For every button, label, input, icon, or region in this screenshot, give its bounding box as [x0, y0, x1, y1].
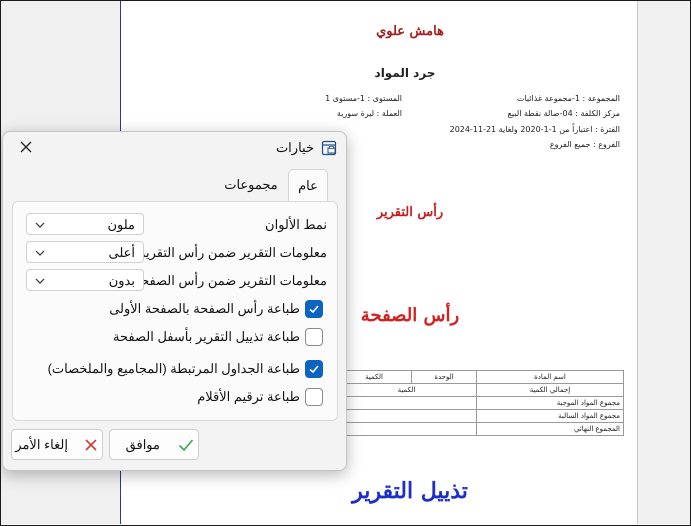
meta-branches: الفروع : جميع الفروع: [520, 140, 620, 149]
print-item-numbering-label: طباعة ترقيم الأقلام: [197, 389, 300, 404]
close-red-icon: [85, 439, 97, 451]
general-tab-panel: نمط الألوان ملون معلومات التقرير ضمن رأس…: [12, 201, 338, 421]
print-page-header-first-page-checkbox[interactable]: [305, 300, 323, 318]
table-head-qty: الكمية: [336, 370, 412, 384]
meta-currency-value: : ليرة سورية: [336, 109, 380, 118]
table-row: المجموع النهائي: [336, 422, 624, 436]
meta-level-value: : 1-مستوى 1: [325, 94, 371, 103]
meta-currency-label: العملة: [381, 109, 402, 118]
tab-general[interactable]: عام: [288, 169, 328, 202]
report-info-in-page-header-select[interactable]: بدون: [26, 269, 144, 291]
report-info-in-page-header-label: معلومات التقرير ضمن رأس الصفحة: [134, 273, 327, 288]
color-style-value: ملون: [107, 217, 135, 232]
print-report-footer-bottom-label: طباعة تذييل التقرير بأسفل الصفحة: [113, 329, 300, 344]
print-linked-tables-checkbox[interactable]: [305, 360, 323, 378]
table-row: مجموع المواد الموجبة: [336, 396, 624, 410]
ok-button[interactable]: موافق: [109, 429, 199, 460]
meta-cost-center: مركز الكلفة : 04-صالة نقطة البيع: [500, 109, 620, 118]
report-header-label: رأس التقرير: [376, 205, 444, 220]
chevron-down-icon: [34, 218, 46, 230]
table-cell: [336, 422, 477, 436]
meta-group-value: : 1-مجموعة غذائيات: [516, 94, 586, 103]
cancel-button-label: إلغاء الأمر: [15, 437, 68, 452]
check-icon: [178, 439, 194, 452]
close-icon[interactable]: [17, 140, 35, 158]
document-title: جرد المواد: [374, 66, 436, 80]
report-footer-label: تذييل التقرير: [352, 478, 468, 504]
tab-groups[interactable]: مجموعات: [221, 169, 281, 201]
meta-level: المستوى : 1-مستوى 1: [320, 94, 402, 103]
print-page-header-first-page-label: طباعة رأس الصفحة بالصفحة الأولى: [109, 301, 300, 316]
table-head-name: اسم المادة: [476, 370, 624, 384]
color-style-select[interactable]: ملون: [26, 213, 144, 235]
color-style-label: نمط الألوان: [265, 217, 327, 232]
meta-period-label: الفترة: [600, 125, 620, 134]
top-margin-label: هامش علوي: [376, 24, 444, 39]
cancel-button[interactable]: إلغاء الأمر: [11, 429, 103, 460]
meta-group-label: المجموعة: [587, 94, 620, 103]
meta-group: المجموعة : 1-مجموعة غذائيات: [516, 94, 620, 103]
meta-branches-label: الفروع: [598, 140, 620, 149]
chevron-down-icon: [34, 274, 46, 286]
table-header-row: اسم المادة الوحدة الكمية: [336, 370, 624, 384]
table-head-unit: الوحدة: [411, 370, 477, 384]
page-header-label: رأس الصفحة: [360, 305, 460, 326]
preview-right-gutter: [637, 1, 690, 524]
print-linked-tables-label: طباعة الجداول المرتبطة (المجاميع والملخص…: [47, 361, 300, 376]
meta-cost-center-label: مركز الكلفة: [580, 109, 620, 118]
table-row: مجموع المواد السالبة: [336, 409, 624, 423]
meta-level-label: المستوى: [372, 94, 402, 103]
report-info-in-report-header-value: أعلى: [108, 245, 135, 260]
ok-button-label: موافق: [125, 437, 160, 452]
report-info-in-report-header-select[interactable]: أعلى: [26, 241, 144, 263]
report-info-in-page-header-value: بدون: [108, 273, 135, 288]
summary-head-qty: الكمية: [336, 383, 477, 397]
dialog-titlebar[interactable]: خيارات: [3, 132, 346, 166]
meta-period-value: : اعتباراً من 1-1-2020 ولغاية 21-11-2024: [449, 125, 598, 134]
report-info-in-report-header-label: معلومات التقرير ضمن رأس التقرير: [138, 245, 327, 260]
meta-cost-center-value: : 04-صالة نقطة البيع: [507, 109, 578, 118]
dialog-title: خيارات: [275, 140, 314, 155]
meta-period: الفترة : اعتباراً من 1-1-2020 ولغاية 21-…: [440, 125, 620, 134]
table-row-label: مجموع المواد السالبة: [476, 409, 624, 423]
print-options-icon: [321, 140, 337, 156]
chevron-down-icon: [34, 246, 46, 258]
table-row-label: المجموع النهائي: [476, 422, 624, 436]
summary-head-total: إجمالي الكمية: [476, 383, 624, 397]
print-report-footer-bottom-checkbox[interactable]: [305, 328, 323, 346]
meta-currency: العملة : ليرة سورية: [320, 109, 402, 118]
inventory-table: اسم المادة الوحدة الكمية إجمالي الكمية ا…: [336, 370, 624, 436]
table-summary-header-row: إجمالي الكمية الكمية: [336, 383, 624, 397]
table-cell: [336, 396, 477, 410]
table-row-label: مجموع المواد الموجبة: [476, 396, 624, 410]
print-item-numbering-checkbox[interactable]: [305, 388, 323, 406]
options-dialog: خيارات عام مجموعات نمط الألوان ملون معلو…: [2, 131, 347, 471]
meta-branches-value: : جميع الفروع: [549, 140, 596, 149]
table-cell: [336, 409, 477, 423]
